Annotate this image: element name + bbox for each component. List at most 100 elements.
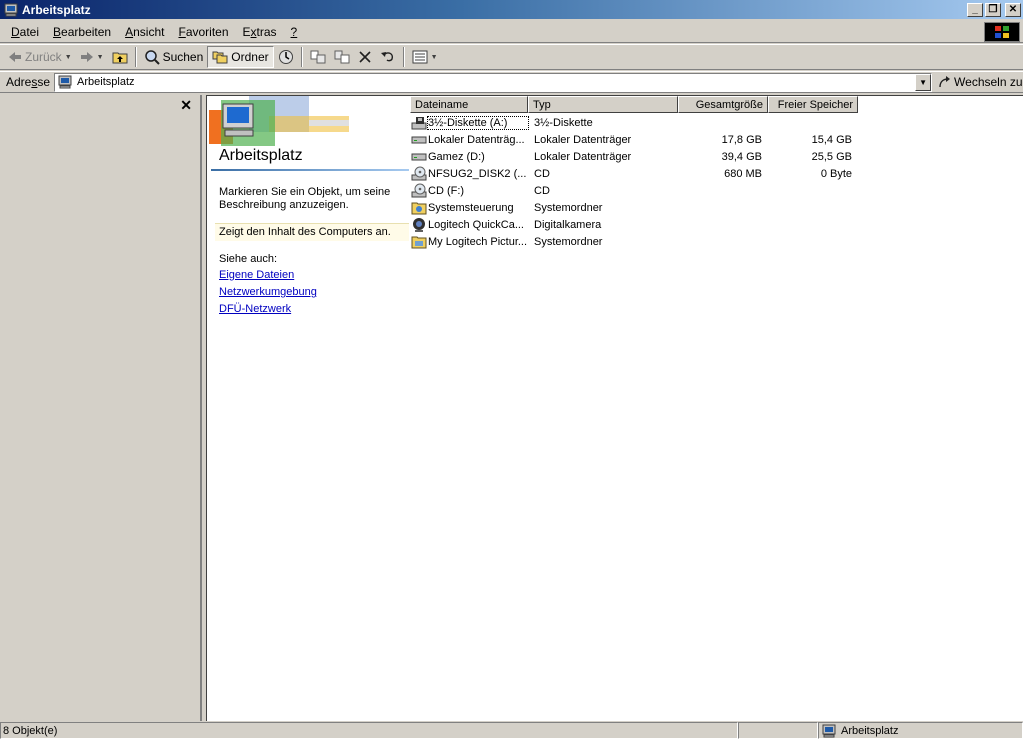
address-input[interactable]: Arbeitsplatz ▼ — [54, 72, 933, 92]
menu-favorites[interactable]: Favoriten — [171, 25, 235, 39]
delete-button[interactable] — [354, 46, 376, 68]
status-zone: Arbeitsplatz — [818, 722, 1023, 739]
history-clock-icon — [278, 50, 293, 64]
webview-description: Markieren Sie ein Objekt, um seine Besch… — [219, 186, 391, 211]
item-size: 680 MB — [724, 168, 762, 180]
close-button[interactable]: ✕ — [1005, 2, 1021, 17]
toolbar-separator — [300, 47, 303, 67]
menu-view[interactable]: Ansicht — [118, 25, 171, 39]
folders-icon — [212, 51, 228, 64]
address-dropdown-button[interactable]: ▼ — [915, 73, 932, 91]
delete-x-icon — [359, 51, 371, 63]
explorer-bar: ✕ — [0, 95, 202, 721]
back-button[interactable]: Zurück ▼ — [4, 46, 76, 68]
go-arrow-icon — [939, 76, 951, 88]
address-value: Arbeitsplatz — [77, 76, 135, 88]
search-globe-icon — [144, 50, 160, 65]
copy-to-button[interactable] — [330, 46, 354, 68]
views-list-icon — [412, 50, 428, 64]
link-network-neighborhood[interactable]: Netzwerkumgebung — [219, 286, 317, 298]
my-computer-icon — [822, 724, 836, 737]
item-type: Digitalkamera — [534, 219, 602, 231]
views-button[interactable]: ▼ — [408, 46, 442, 68]
menu-extras[interactable]: Extras — [236, 25, 284, 39]
status-panel-empty — [738, 722, 818, 739]
search-button[interactable]: Suchen — [140, 46, 208, 68]
item-name: My Logitech Pictur... — [428, 236, 528, 248]
item-name: Lokaler Datenträg... — [428, 134, 525, 146]
column-header-free[interactable]: Freier Speicher — [768, 96, 858, 113]
link-my-documents[interactable]: Eigene Dateien — [219, 269, 294, 281]
item-name: CD (F:) — [428, 185, 465, 197]
folders-button[interactable]: Ordner — [207, 46, 274, 68]
my-computer-icon — [58, 75, 72, 89]
item-name: Gamez (D:) — [428, 151, 485, 163]
column-header-size[interactable]: Gesamtgröße — [678, 96, 768, 113]
title-divider — [211, 169, 409, 171]
hard-drive-icon — [411, 153, 427, 161]
column-header-name[interactable]: Dateiname — [410, 96, 528, 113]
cd-drive-icon — [411, 183, 427, 198]
copy-to-icon — [334, 50, 350, 64]
close-pane-icon[interactable]: ✕ — [180, 97, 192, 114]
folder-up-icon — [112, 52, 128, 64]
forward-arrow-icon — [80, 52, 93, 62]
minimize-button[interactable]: _ — [967, 2, 983, 17]
list-item[interactable]: My Logitech Pictur... Systemordner — [410, 234, 860, 251]
item-size: 39,4 GB — [721, 151, 762, 163]
views-dropdown-icon[interactable]: ▼ — [431, 54, 438, 61]
list-item[interactable]: CD (F:) CD — [410, 183, 860, 200]
camera-icon — [413, 218, 425, 232]
forward-button[interactable]: ▼ — [76, 46, 108, 68]
undo-icon — [380, 52, 393, 62]
restore-button[interactable]: ❐ — [985, 2, 1001, 17]
menu-file[interactable]: Datei — [4, 25, 46, 39]
up-button[interactable] — [108, 46, 132, 68]
item-name: 3½-Diskette (A:) — [427, 116, 529, 130]
title-bar[interactable]: Arbeitsplatz _ ❐ ✕ — [0, 0, 1023, 19]
item-type: CD — [534, 168, 550, 180]
list-item[interactable]: Logitech QuickCa... Digitalkamera — [410, 217, 860, 234]
content-pane: Arbeitsplatz Markieren Sie ein Objekt, u… — [206, 95, 1023, 721]
back-label: Zurück — [25, 50, 62, 64]
item-type: CD — [534, 185, 550, 197]
webview-info: Zeigt den Inhalt des Computers an. — [215, 223, 409, 241]
move-to-button[interactable] — [306, 46, 330, 68]
item-free: 0 Byte — [820, 168, 852, 180]
item-type: Lokaler Datenträger — [534, 134, 632, 146]
history-button[interactable] — [274, 46, 298, 68]
undo-button[interactable] — [376, 46, 400, 68]
link-dial-up-networking[interactable]: DFÜ-Netzwerk — [219, 303, 291, 315]
address-bar: Adresse Arbeitsplatz ▼ Wechseln zu — [0, 71, 1023, 93]
pictures-folder-icon — [411, 236, 427, 249]
item-type: 3½-Diskette — [534, 117, 593, 129]
item-type: Systemordner — [534, 202, 603, 214]
folders-label: Ordner — [231, 50, 269, 64]
list-item[interactable]: Systemsteuerung Systemordner — [410, 200, 860, 217]
list-item[interactable]: 3½-Diskette (A:) 3½-Diskette — [410, 115, 860, 132]
see-also-heading: Siehe auch: — [219, 253, 278, 265]
windows-flag-icon — [995, 26, 1009, 38]
go-button[interactable]: Wechseln zu — [938, 75, 1023, 89]
search-label: Suchen — [162, 50, 204, 64]
cd-drive-icon — [411, 166, 427, 181]
hard-drive-icon — [411, 136, 427, 144]
item-name: NFSUG2_DISK2 (... — [428, 168, 527, 180]
file-list: Dateiname Typ Gesamtgröße Freier Speiche… — [410, 96, 1022, 716]
item-free: 15,4 GB — [811, 134, 852, 146]
control-panel-icon — [411, 202, 427, 215]
menu-edit[interactable]: Bearbeiten — [46, 25, 118, 39]
list-item[interactable]: Gamez (D:) Lokaler Datenträger 39,4 GB 2… — [410, 149, 860, 166]
menu-bar: Datei Bearbeiten Ansicht Favoriten Extra… — [0, 21, 1023, 43]
item-size: 17,8 GB — [721, 134, 762, 146]
go-label: Wechseln zu — [954, 75, 1023, 89]
menu-help[interactable]: ? — [284, 25, 305, 39]
toolbar-separator — [402, 47, 405, 67]
forward-dropdown-icon[interactable]: ▼ — [97, 54, 104, 61]
back-dropdown-icon[interactable]: ▼ — [65, 54, 72, 61]
list-item[interactable]: Lokaler Datenträg... Lokaler Datenträger… — [410, 132, 860, 149]
list-item[interactable]: NFSUG2_DISK2 (... CD 680 MB 0 Byte — [410, 166, 860, 183]
column-header-type[interactable]: Typ — [528, 96, 678, 113]
webview-title: Arbeitsplatz — [219, 147, 303, 164]
standard-toolbar: Zurück ▼ ▼ Suchen Ordner ▼ — [0, 44, 1023, 70]
